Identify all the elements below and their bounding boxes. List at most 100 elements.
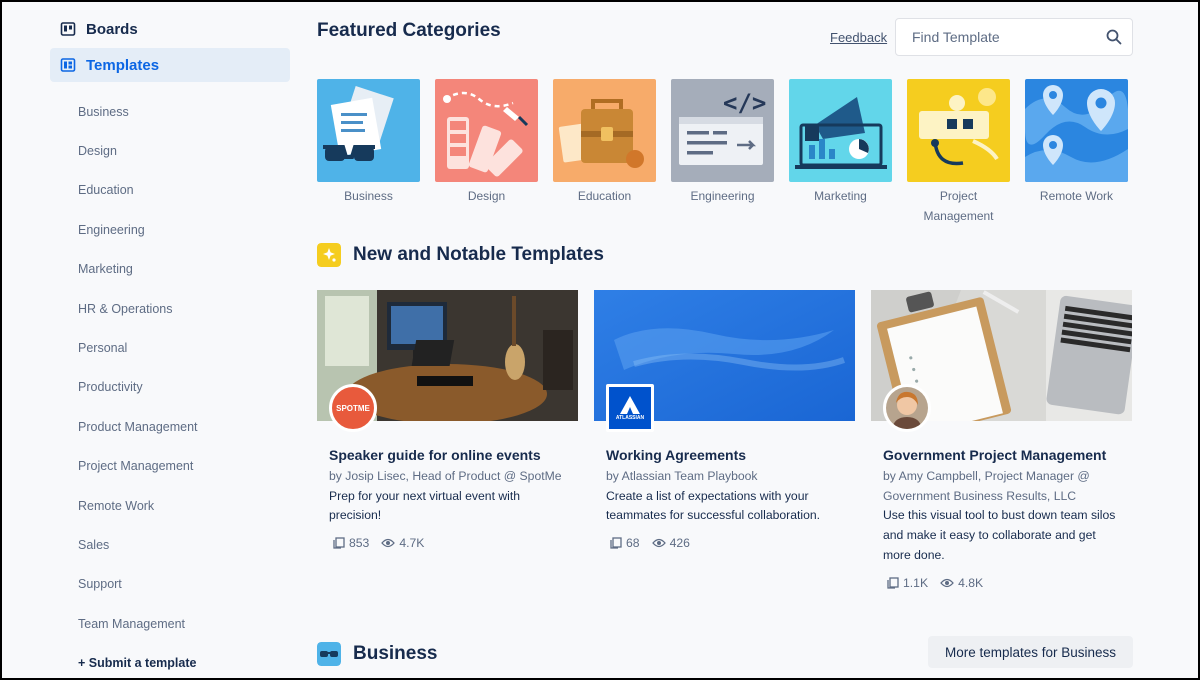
sidebar-category-support[interactable]: Support	[50, 565, 290, 604]
marketing-illustration-icon	[789, 79, 892, 182]
eye-icon	[940, 578, 954, 587]
sidebar-category-personal[interactable]: Personal	[50, 328, 290, 367]
card-description: Prep for your next virtual event with pr…	[329, 488, 521, 523]
category-list: Business Design Education Engineering Ma…	[50, 92, 290, 678]
more-business-templates-button[interactable]: More templates for Business	[928, 636, 1133, 668]
category-tile-design[interactable]: Design	[435, 79, 538, 226]
avatar-logo-text: ATLASSIAN	[615, 415, 645, 421]
category-label: Remote Work	[1039, 189, 1114, 203]
section-title: New and Notable Templates	[353, 244, 604, 265]
copies-count: 853	[349, 536, 370, 551]
copy-icon	[610, 537, 622, 549]
sidebar-category-engineering[interactable]: Engineering	[50, 210, 290, 249]
sidebar-category-remote-work[interactable]: Remote Work	[50, 486, 290, 525]
submit-template-link[interactable]: + Submit a template	[50, 643, 290, 678]
copy-icon	[333, 537, 345, 549]
category-label: Business	[344, 189, 393, 203]
boards-icon	[60, 22, 76, 36]
views-count: 426	[669, 536, 690, 551]
template-card-government-pm[interactable]: Government Project Management by Amy Cam…	[871, 290, 1132, 590]
notable-template-cards: SPOTME Speaker guide for online events b…	[317, 290, 1132, 590]
sidebar-category-team-management[interactable]: Team Management	[50, 604, 290, 643]
sidebar-category-design[interactable]: Design	[50, 131, 290, 170]
search-icon[interactable]	[1106, 29, 1122, 45]
search-box	[895, 18, 1133, 56]
category-label: Marketing	[814, 189, 867, 203]
copies-stat: 853	[333, 536, 369, 550]
author-avatar: SPOTME	[329, 384, 377, 432]
sidebar-category-sales[interactable]: Sales	[50, 525, 290, 564]
card-cover-image	[871, 290, 1132, 432]
sidebar-item-label: Templates	[86, 56, 160, 74]
sidebar-item-label: Boards	[86, 20, 138, 38]
card-description: Create a list of expectations with your …	[606, 488, 821, 523]
eye-icon	[651, 538, 666, 548]
eye-icon	[381, 538, 396, 548]
views-stat: 4.8K	[940, 576, 983, 590]
education-illustration-icon	[553, 79, 656, 182]
sidebar-category-hr-operations[interactable]: HR & Operations	[50, 289, 290, 328]
category-tile-education[interactable]: Education	[553, 79, 656, 226]
sidebar-category-business[interactable]: Business	[50, 92, 290, 131]
sidebar-category-productivity[interactable]: Productivity	[50, 368, 290, 407]
template-card-working-agreements[interactable]: ATLASSIAN Working Agreements by Atlassia…	[594, 290, 855, 590]
sidebar-category-project-management[interactable]: Project Management	[50, 447, 290, 486]
remote-work-map-illustration-icon	[1025, 79, 1128, 182]
card-stats: 853 4.7K	[329, 536, 566, 550]
category-tile-marketing[interactable]: Marketing	[789, 79, 892, 226]
copies-count: 1.1K	[903, 575, 929, 590]
search-input[interactable]	[912, 29, 1106, 45]
author-avatar: ATLASSIAN	[606, 384, 654, 432]
app-window: Boards Templates Business Design Educati…	[2, 2, 1198, 678]
section-title: Business	[353, 643, 438, 664]
design-illustration-icon	[435, 79, 538, 182]
card-cover-image: SPOTME	[317, 290, 578, 432]
card-cover-image: ATLASSIAN	[594, 290, 855, 432]
card-stats: 1.1K 4.8K	[883, 576, 1120, 590]
business-section-header: Business	[317, 642, 437, 666]
card-author: by Atlassian Team Playbook	[606, 469, 758, 483]
category-label: Design	[467, 189, 506, 203]
atlassian-logo-icon	[620, 396, 640, 414]
category-label: Project Management	[923, 189, 994, 223]
avatar-logo-text: SPOTME	[336, 403, 370, 413]
copies-count: 68	[626, 536, 640, 551]
author-photo-icon	[886, 387, 928, 429]
category-tile-business[interactable]: Business	[317, 79, 420, 226]
engineering-illustration-icon: </>	[671, 79, 774, 182]
views-count: 4.7K	[399, 536, 425, 551]
sidebar-category-marketing[interactable]: Marketing	[50, 250, 290, 289]
sidebar-category-product-management[interactable]: Product Management	[50, 407, 290, 446]
card-description: Use this visual tool to bust down team s…	[883, 508, 1116, 562]
feedback-link[interactable]: Feedback	[830, 30, 887, 45]
featured-categories: Business Design Education </> Engineerin…	[317, 79, 1128, 226]
category-label: Engineering	[690, 189, 755, 203]
category-tile-engineering[interactable]: </> Engineering	[671, 79, 774, 226]
category-label: Education	[577, 189, 632, 203]
sidebar: Boards Templates Business Design Educati…	[50, 12, 290, 678]
sparkle-icon	[317, 243, 341, 267]
sidebar-item-boards[interactable]: Boards	[50, 12, 290, 46]
copies-stat: 1.1K	[887, 576, 928, 590]
sidebar-item-templates[interactable]: Templates	[50, 48, 290, 82]
sidebar-category-education[interactable]: Education	[50, 171, 290, 210]
business-glasses-icon	[317, 642, 341, 666]
card-title[interactable]: Government Project Management	[883, 447, 1120, 463]
copy-icon	[887, 576, 899, 589]
notable-section-header: New and Notable Templates	[317, 243, 604, 267]
views-stat: 4.7K	[381, 536, 424, 550]
svg-text:</>: </>	[723, 89, 766, 117]
card-title[interactable]: Working Agreements	[606, 447, 843, 463]
project-management-illustration-icon	[907, 79, 1010, 182]
copies-stat: 68	[610, 536, 640, 550]
card-author: by Amy Campbell, Project Manager @ Gover…	[883, 469, 1090, 503]
category-tile-project-management[interactable]: Project Management	[907, 79, 1010, 226]
business-illustration-icon	[317, 79, 420, 182]
page-title: Featured Categories	[317, 20, 501, 41]
card-author: by Josip Lisec, Head of Product @ SpotMe	[329, 469, 562, 483]
card-stats: 68 426	[606, 536, 843, 550]
category-tile-remote-work[interactable]: Remote Work	[1025, 79, 1128, 226]
card-title[interactable]: Speaker guide for online events	[329, 447, 566, 463]
template-card-speaker-guide[interactable]: SPOTME Speaker guide for online events b…	[317, 290, 578, 590]
templates-icon	[60, 58, 76, 72]
